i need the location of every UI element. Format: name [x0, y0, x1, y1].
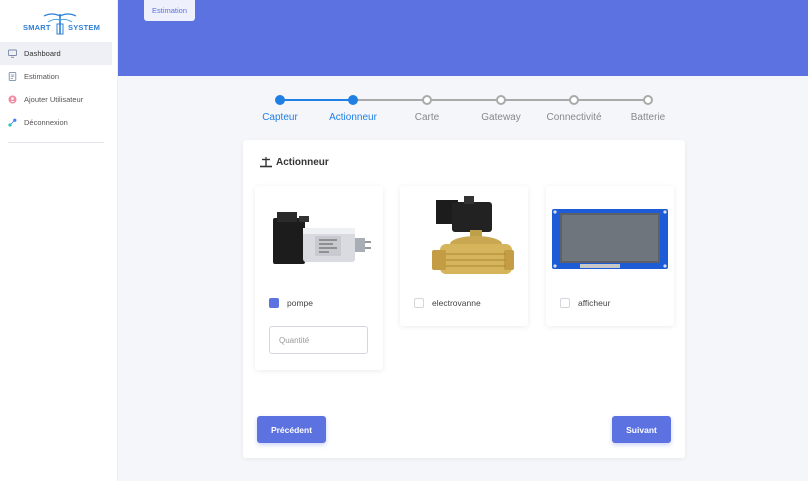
step-label-actionneur[interactable]: Actionneur: [313, 112, 393, 123]
display-image-icon: [552, 209, 668, 269]
sidebar-item-label: Déconnexion: [24, 118, 68, 127]
sidebar-item-deconnexion[interactable]: Déconnexion: [0, 111, 112, 134]
sidebar-item-label: Ajouter Utilisateur: [24, 95, 84, 104]
checkbox-afficheur[interactable]: afficheur: [560, 298, 610, 308]
checkbox-box[interactable]: [560, 298, 570, 308]
actuator-icon: [259, 156, 273, 168]
section-title-text: Actionneur: [276, 156, 329, 168]
solenoid-valve-image-icon: [432, 196, 514, 274]
pump-image-icon: [273, 212, 371, 264]
step-dot-connectivite[interactable]: [569, 95, 579, 105]
step-label-connectivite[interactable]: Connectivité: [534, 112, 614, 123]
logout-icon: [8, 118, 17, 127]
step-dot-gateway[interactable]: [496, 95, 506, 105]
step-dot-batterie[interactable]: [643, 95, 653, 105]
step-dot-capteur[interactable]: [275, 95, 285, 105]
step-connector: [280, 99, 353, 101]
step-label-carte[interactable]: Carte: [387, 112, 467, 123]
step-label-batterie[interactable]: Batterie: [608, 112, 688, 123]
sidebar: SMART SYSTEM Dashboard Estimation Ajoute…: [0, 0, 118, 481]
checkbox-label: afficheur: [578, 298, 611, 308]
monitor-icon: [8, 49, 17, 58]
header-banner: Estimation: [118, 0, 808, 76]
step-label-capteur[interactable]: Capteur: [240, 112, 320, 123]
checkbox-label: electrovanne: [432, 298, 481, 308]
product-card-pompe: pompe: [255, 186, 383, 370]
step-label-gateway[interactable]: Gateway: [461, 112, 541, 123]
logo[interactable]: SMART SYSTEM: [18, 10, 102, 36]
logo-text-left: SMART: [23, 23, 51, 32]
checkbox-pompe[interactable]: pompe: [269, 298, 313, 308]
step-dot-actionneur[interactable]: [348, 95, 358, 105]
product-card-afficheur: afficheur: [546, 186, 674, 326]
tab-estimation[interactable]: Estimation: [144, 0, 195, 21]
checkbox-electrovanne[interactable]: electrovanne: [414, 298, 481, 308]
checkbox-box[interactable]: [414, 298, 424, 308]
section-title: Actionneur: [259, 156, 329, 168]
next-button[interactable]: Suivant: [612, 416, 671, 443]
quantity-input[interactable]: [269, 326, 368, 354]
product-card-electrovanne: electrovanne: [400, 186, 528, 326]
sidebar-item-label: Estimation: [24, 72, 60, 81]
sidebar-item-dashboard[interactable]: Dashboard: [0, 42, 112, 65]
checkbox-box[interactable]: [269, 298, 279, 308]
product-image-afficheur: [546, 194, 674, 284]
logo-text-right: SYSTEM: [68, 23, 101, 32]
product-image-electrovanne: [400, 194, 528, 284]
user-add-icon: [8, 95, 17, 104]
sidebar-item-ajouter-utilisateur[interactable]: Ajouter Utilisateur: [0, 88, 112, 111]
product-image-pompe: [255, 194, 383, 284]
sidebar-item-label: Dashboard: [24, 49, 61, 58]
checkbox-label: pompe: [287, 298, 313, 308]
step-dot-carte[interactable]: [422, 95, 432, 105]
actionneur-card: Actionneur pompe Quantité electrovanne a…: [243, 140, 685, 458]
sidebar-divider: [8, 142, 104, 143]
sidebar-item-estimation[interactable]: Estimation: [0, 65, 112, 88]
previous-button[interactable]: Précédent: [257, 416, 326, 443]
sidebar-nav: Dashboard Estimation Ajouter Utilisateur…: [0, 42, 112, 134]
stepper: Capteur Actionneur Carte Gateway Connect…: [258, 90, 678, 130]
document-icon: [8, 72, 17, 81]
